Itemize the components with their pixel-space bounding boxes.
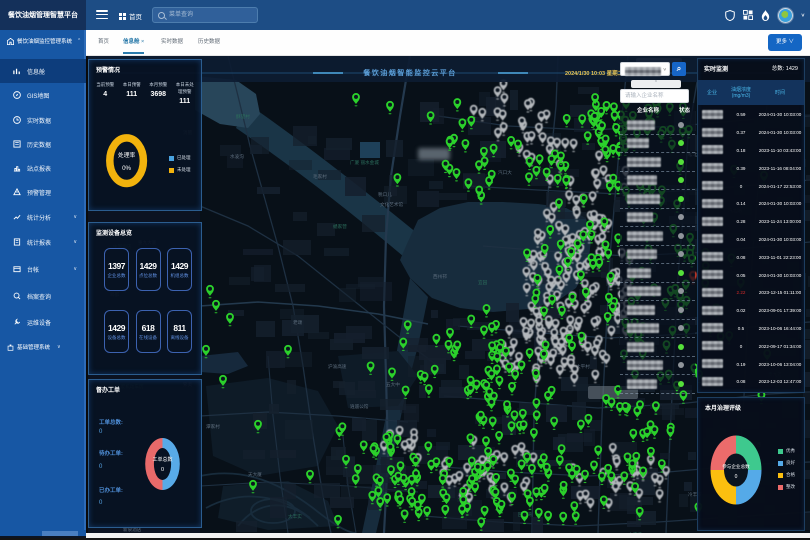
svg-text:0%: 0% (122, 165, 131, 172)
svg-text:餐饮油烟智能监控云平台: 餐饮油烟智能监控云平台 (362, 68, 457, 77)
svg-text:五大中: 五大中 (386, 381, 400, 388)
svg-text:水凌沟: 水凌沟 (230, 153, 244, 160)
svg-text:蟋家营: 蟋家营 (333, 223, 347, 230)
svg-text:0: 0 (735, 474, 738, 480)
svg-text:2024/1/30 10:03 星期二: 2024/1/30 10:03 星期二 (565, 69, 624, 77)
svg-text:沪渝高速: 沪渝高速 (328, 363, 347, 370)
svg-text:逍遥公馆: 逍遥公馆 (350, 403, 369, 410)
svg-text:老颂: 老颂 (293, 319, 303, 326)
svg-text:西州邗: 西州邗 (433, 273, 447, 280)
svg-text:汽口大: 汽口大 (498, 169, 512, 176)
svg-text:0: 0 (161, 467, 164, 473)
svg-text:毛家村: 毛家村 (313, 173, 327, 179)
svg-text:大丰实: 大丰实 (288, 513, 302, 520)
svg-text:文化艺术馆: 文化艺术馆 (380, 201, 403, 208)
svg-text:工单总数: 工单总数 (152, 456, 172, 463)
svg-text:广厦 丽水金城: 广厦 丽水金城 (350, 159, 379, 166)
svg-text:天大厦: 天大厦 (248, 471, 262, 478)
svg-text:处理率: 处理率 (118, 151, 136, 159)
svg-text:参与企业总数: 参与企业总数 (722, 463, 750, 470)
svg-text:宜园: 宜园 (478, 279, 488, 286)
svg-text:酥望村: 酥望村 (236, 113, 250, 120)
svg-text:税口儿: 税口儿 (378, 191, 392, 198)
svg-text:潭家村: 潭家村 (206, 423, 220, 430)
